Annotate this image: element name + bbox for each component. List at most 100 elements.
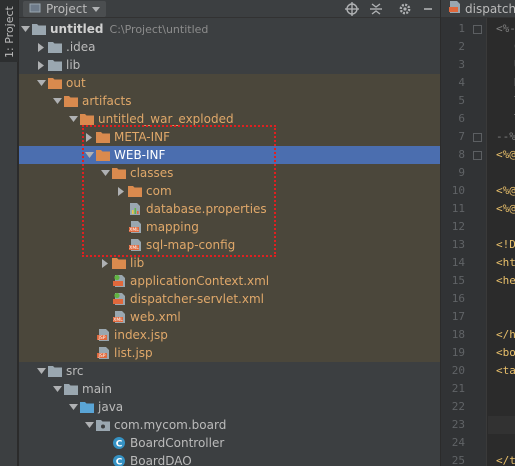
chevron-right-icon[interactable] <box>35 56 47 74</box>
chevron-down-icon[interactable] <box>19 20 31 38</box>
tree-node-applicationcontext-xml[interactable]: applicationContext.xml <box>19 272 440 290</box>
chevron-down-icon[interactable] <box>83 416 95 434</box>
tree-node-untitled[interactable]: untitled C:\Project\untitled <box>19 20 440 38</box>
tree-node-label: index.jsp <box>114 328 168 342</box>
project-view-selector[interactable]: Project <box>23 1 107 17</box>
editor-pane: dispatche 123456789101112131415161718192… <box>441 0 515 466</box>
svg-text:XML: XML <box>113 317 123 323</box>
tree-node-java[interactable]: java <box>19 398 440 416</box>
tree-node-main[interactable]: main <box>19 380 440 398</box>
tree-node-idea[interactable]: .idea <box>19 38 440 56</box>
tree-node-label: .idea <box>66 40 96 54</box>
line-number: 1 <box>458 22 465 35</box>
tree-node-web-inf[interactable]: WEB-INF <box>19 146 440 164</box>
fold-marker-icon[interactable] <box>473 133 482 142</box>
tree-node-com-mycom-board[interactable]: com.mycom.board <box>19 416 440 434</box>
collapse-icon[interactable] <box>367 0 385 18</box>
tree-node-boarddao[interactable]: C BoardDAO <box>19 452 440 466</box>
chevron-right-icon[interactable] <box>35 38 47 56</box>
chevron-down-icon[interactable] <box>99 164 111 182</box>
chevron-down-icon[interactable] <box>35 362 47 380</box>
chevron-down-icon[interactable] <box>51 380 63 398</box>
xml-file-icon: XML <box>127 237 143 253</box>
spring-xml-file-icon <box>111 291 127 307</box>
tree-node-dispatcher-servlet-xml[interactable]: dispatcher-servlet.xml <box>19 290 440 308</box>
svg-text:JSP: JSP <box>97 335 105 341</box>
project-tool-window-tab[interactable]: 1: Project <box>0 0 18 62</box>
chevron-down-icon[interactable] <box>83 146 95 164</box>
tree-node-src[interactable]: src <box>19 362 440 380</box>
line-number: 10 <box>451 184 465 197</box>
properties-file-icon <box>127 201 143 217</box>
chevron-down-icon[interactable] <box>51 92 63 110</box>
chevron-down-icon[interactable] <box>67 110 79 128</box>
folder-excluded-icon <box>127 183 143 199</box>
tree-node-lib[interactable]: lib <box>19 254 440 272</box>
gear-icon[interactable] <box>396 0 414 18</box>
tree-node-list-jsp[interactable]: JSP list.jsp <box>19 344 440 362</box>
line-number: 12 <box>451 220 465 233</box>
tree-node-label: mapping <box>146 220 199 234</box>
tree-node-label: main <box>82 382 112 396</box>
chevron-down-icon[interactable] <box>35 74 47 92</box>
chevron-right-icon[interactable] <box>83 128 95 146</box>
line-number: 7 <box>458 130 465 143</box>
tree-node-web-xml[interactable]: XML web.xml <box>19 308 440 326</box>
tree-node-label: artifacts <box>82 94 132 108</box>
tree-node-com[interactable]: com <box>19 182 440 200</box>
line-number: 6 <box>458 112 465 125</box>
project-view-label: Project <box>46 2 88 16</box>
chevron-down-icon[interactable] <box>67 398 79 416</box>
tree-node-sql-map-config[interactable]: XML sql-map-config <box>19 236 440 254</box>
fold-marker-icon[interactable] <box>473 151 482 160</box>
tree-node-label: web.xml <box>130 310 181 324</box>
project-path-hint: C:\Project\untitled <box>109 22 209 36</box>
tree-node-index-jsp[interactable]: JSP index.jsp <box>19 326 440 344</box>
tree-node-classes[interactable]: classes <box>19 164 440 182</box>
tree-node-label: WEB-INF <box>114 148 166 162</box>
tree-node-label: java <box>98 400 124 414</box>
editor-code-area[interactable]: <%--CUDTT--%<%@<%@<%@<!D<ht<he</h<bo<ta<… <box>488 18 515 466</box>
target-icon[interactable] <box>343 0 361 18</box>
chevron-right-icon[interactable] <box>99 254 111 272</box>
tree-node-meta-inf[interactable]: META-INF <box>19 128 440 146</box>
jsp-file-icon: JSP <box>95 327 111 343</box>
folder-excluded-icon <box>47 75 63 91</box>
folder-icon <box>47 363 63 379</box>
code-line: <%@ <box>496 184 515 197</box>
editor-tab[interactable]: dispatche <box>441 0 515 18</box>
code-line: <!D <box>496 238 515 251</box>
code-line: </h <box>496 328 515 341</box>
code-line: <ta <box>496 364 515 377</box>
line-number: 23 <box>451 418 465 431</box>
tree-node-lib[interactable]: lib <box>19 56 440 74</box>
caret-line-highlight <box>488 416 515 434</box>
line-number: 19 <box>451 346 465 359</box>
tree-node-label: sql-map-config <box>146 238 236 252</box>
tree-node-database-properties[interactable]: database.properties <box>19 200 440 218</box>
line-number: 2 <box>458 40 465 53</box>
fold-marker-icon[interactable] <box>473 25 482 34</box>
tree-node-untitled-war-exploded[interactable]: untitled_war_exploded <box>19 110 440 128</box>
tree-node-mapping[interactable]: XML mapping <box>19 218 440 236</box>
svg-text:C: C <box>116 440 123 450</box>
chevron-right-icon[interactable] <box>115 182 127 200</box>
tree-node-artifacts[interactable]: artifacts <box>19 92 440 110</box>
line-number: 22 <box>451 400 465 413</box>
tree-node-boardcontroller[interactable]: C BoardController <box>19 434 440 452</box>
code-line: --% <box>496 130 515 143</box>
jsp-file-icon: JSP <box>95 345 111 361</box>
tree-node-label: list.jsp <box>114 346 153 360</box>
hide-icon[interactable] <box>419 0 437 18</box>
project-panel: Project untitled C:\Project\untitled .idea… <box>19 0 458 466</box>
tree-node-out[interactable]: out <box>19 74 440 92</box>
folder-excluded-icon <box>111 255 127 271</box>
line-number: 25 <box>451 454 465 466</box>
